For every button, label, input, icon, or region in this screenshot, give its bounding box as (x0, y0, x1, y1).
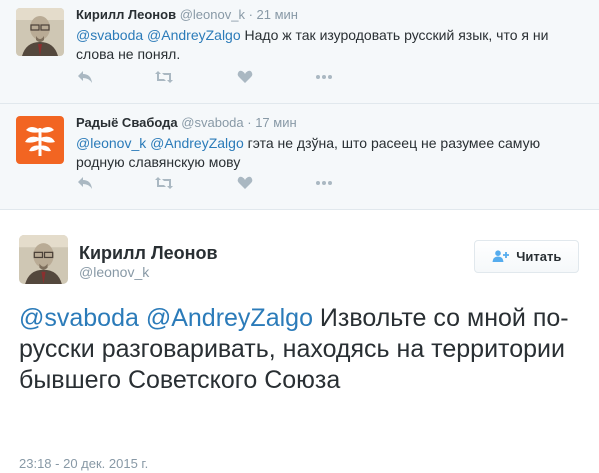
more-icon[interactable] (314, 176, 334, 192)
tweet-reply-2[interactable]: Радыё Свабода @svaboda · 17 мин @leonov_… (0, 104, 599, 210)
tweet-header: Радыё Свабода @svaboda · 17 мин (76, 115, 297, 130)
tweet-time[interactable]: · 21 мин (249, 7, 298, 22)
author-handle[interactable]: @leonov_k (180, 7, 245, 22)
author-name[interactable]: Кирилл Леонов (79, 243, 218, 264)
tweet-text: @svaboda @AndreyZalgo Надо ж так изуродо… (76, 26, 576, 64)
add-user-icon (492, 249, 513, 264)
follow-button[interactable]: Читать (474, 240, 579, 273)
tweet-reply-1[interactable]: Кирилл Леонов @leonov_k · 21 мин @svabod… (0, 0, 599, 104)
heart-icon[interactable] (236, 176, 254, 192)
tweet-time[interactable]: · 17 мин (247, 115, 296, 130)
tweet-timestamp[interactable]: 23:18 - 20 дек. 2015 г. (19, 456, 148, 471)
tweet-text: @leonov_k @AndreyZalgo гэта не дзўна, шт… (76, 134, 576, 172)
author-handle[interactable]: @leonov_k (79, 264, 149, 280)
mentions[interactable]: @svaboda @AndreyZalgo (19, 304, 313, 332)
heart-icon[interactable] (236, 70, 254, 86)
retweet-icon[interactable] (154, 70, 174, 86)
author-name[interactable]: Кирилл Леонов (76, 7, 176, 22)
retweet-icon[interactable] (154, 176, 174, 192)
avatar[interactable] (16, 116, 64, 164)
avatar[interactable] (19, 235, 68, 284)
author-handle[interactable]: @svaboda (181, 115, 243, 130)
tweet-text: @svaboda @AndreyZalgo Извольте со мной п… (19, 303, 589, 396)
mentions[interactable]: @leonov_k @AndreyZalgo (76, 135, 244, 151)
tweet-header: Кирилл Леонов @leonov_k · 21 мин (76, 7, 298, 22)
follow-label: Читать (516, 249, 562, 264)
author-name[interactable]: Радыё Свабода (76, 115, 178, 130)
more-icon[interactable] (314, 70, 334, 86)
reply-icon[interactable] (76, 70, 94, 86)
avatar[interactable] (16, 8, 64, 56)
mentions[interactable]: @svaboda @AndreyZalgo (76, 27, 241, 43)
main-tweet: Кирилл Леонов @leonov_k Читать @svaboda … (0, 210, 599, 473)
reply-icon[interactable] (76, 176, 94, 192)
